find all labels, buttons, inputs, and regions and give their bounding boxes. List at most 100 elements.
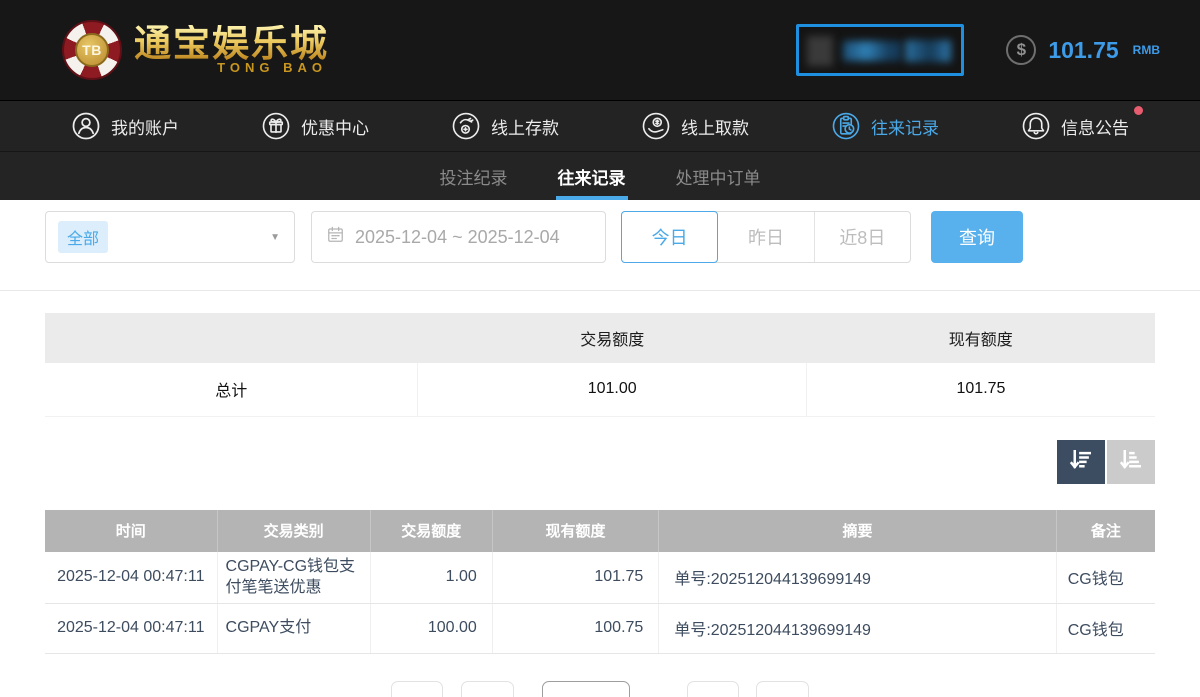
sort-controls <box>45 440 1155 484</box>
nav-item-transaction-records[interactable]: 往来记录 <box>831 111 939 141</box>
balance-currency: RMB <box>1133 43 1160 57</box>
cell-note: CG钱包 <box>1056 603 1155 653</box>
redacted-avatar <box>807 36 833 66</box>
tab-betting-records[interactable]: 投注纪录 <box>438 152 510 200</box>
redacted-text <box>905 40 951 62</box>
nav-label: 往来记录 <box>871 114 939 139</box>
pagination-page-select[interactable] <box>542 681 630 697</box>
nav-label: 我的账户 <box>111 114 179 139</box>
cell-time: 2025-12-04 00:47:11 <box>45 552 217 604</box>
nav-label: 优惠中心 <box>301 114 369 139</box>
quick-range-today[interactable]: 今日 <box>621 211 718 263</box>
withdraw-icon <box>641 111 671 141</box>
col-type: 交易类别 <box>217 510 370 552</box>
nav-item-my-account[interactable]: 我的账户 <box>71 111 179 141</box>
header-right: $ 101.75 RMB <box>796 24 1160 76</box>
col-summary: 摘要 <box>659 510 1056 552</box>
search-button[interactable]: 查询 <box>931 211 1023 263</box>
sort-descending-icon <box>1066 445 1096 478</box>
nav-label: 信息公告 <box>1061 114 1129 139</box>
date-range-value: 2025-12-04 ~ 2025-12-04 <box>355 227 560 248</box>
cell-amount: 100.00 <box>370 603 492 653</box>
site-title: 通宝娱乐城 <box>134 25 329 62</box>
summary-total-label: 总计 <box>45 363 418 416</box>
redacted-text <box>843 41 901 61</box>
user-icon <box>71 111 101 141</box>
cell-balance: 101.75 <box>492 552 659 604</box>
dollar-coin-icon: $ <box>1006 35 1036 65</box>
tab-label: 处理中订单 <box>676 164 761 189</box>
records-icon <box>831 111 861 141</box>
cell-note: CG钱包 <box>1056 552 1155 604</box>
main-content: 全部 ▼ 2025-12-04 ~ 2025-12-04 今日 昨日 近8日 <box>0 211 1200 697</box>
sort-ascending-icon <box>1116 445 1146 478</box>
nav-item-promotions[interactable]: 优惠中心 <box>261 111 369 141</box>
logo-text: 通宝娱乐城 TONG BAO <box>134 25 329 75</box>
quick-range-yesterday[interactable]: 昨日 <box>718 212 814 262</box>
tab-pending-orders[interactable]: 处理中订单 <box>674 152 763 200</box>
summary-balance-total: 101.75 <box>806 363 1155 416</box>
date-range-input[interactable]: 2025-12-04 ~ 2025-12-04 <box>311 211 606 263</box>
nav-label: 线上存款 <box>491 114 559 139</box>
top-header: TB 通宝娱乐城 TONG BAO $ 101.75 RMB <box>0 0 1200 100</box>
balance-amount: 101.75 <box>1048 37 1118 64</box>
pagination-prev-button[interactable] <box>461 681 514 697</box>
table-row: 2025-12-04 00:47:11 CGPAY-CG钱包支付笔笔送优惠 1.… <box>45 552 1155 604</box>
tab-transaction-records[interactable]: 往来记录 <box>556 152 628 200</box>
sort-descending-button[interactable] <box>1057 440 1105 484</box>
divider <box>0 290 1200 291</box>
cell-balance: 100.75 <box>492 603 659 653</box>
summary-transaction-total: 101.00 <box>418 363 807 416</box>
col-note: 备注 <box>1056 510 1155 552</box>
site-subtitle: TONG BAO <box>134 60 329 75</box>
summary-header-row: 交易额度 现有额度 <box>45 313 1155 363</box>
subnav-tabs: 投注纪录 往来记录 处理中订单 <box>0 151 1200 200</box>
category-select[interactable]: 全部 ▼ <box>45 211 295 263</box>
cell-summary: 单号:202512044139699149 <box>659 552 1056 604</box>
gift-icon <box>261 111 291 141</box>
cell-type: CGPAY-CG钱包支付笔笔送优惠 <box>217 552 370 604</box>
tab-label: 投注纪录 <box>440 164 508 189</box>
nav-label: 线上取款 <box>681 114 749 139</box>
pagination-next-button[interactable] <box>687 681 739 697</box>
bell-icon <box>1021 111 1051 141</box>
pagination-last-button[interactable] <box>756 681 809 697</box>
pagination-first-button[interactable] <box>391 681 443 697</box>
site-logo[interactable]: TB 通宝娱乐城 TONG BAO <box>62 20 329 80</box>
summary-header-balance: 现有额度 <box>806 313 1155 363</box>
nav-item-withdraw[interactable]: 线上取款 <box>641 111 749 141</box>
filter-bar: 全部 ▼ 2025-12-04 ~ 2025-12-04 今日 昨日 近8日 <box>45 211 1155 263</box>
cell-summary: 单号:202512044139699149 <box>659 603 1056 653</box>
sort-ascending-button[interactable] <box>1107 440 1155 484</box>
chevron-down-icon: ▼ <box>270 232 280 243</box>
transactions-table: 时间 交易类别 交易额度 现有额度 摘要 备注 2025-12-04 00:47… <box>45 510 1155 654</box>
deposit-icon <box>451 111 481 141</box>
table-row: 2025-12-04 00:47:11 CGPAY支付 100.00 100.7… <box>45 603 1155 653</box>
table-header-row: 时间 交易类别 交易额度 现有额度 摘要 备注 <box>45 510 1155 552</box>
cell-amount: 1.00 <box>370 552 492 604</box>
notification-badge <box>1134 106 1143 115</box>
nav-item-deposit[interactable]: 线上存款 <box>451 111 559 141</box>
cell-time: 2025-12-04 00:47:11 <box>45 603 217 653</box>
summary-table: 交易额度 现有额度 总计 101.00 101.75 <box>45 313 1155 417</box>
col-balance: 现有额度 <box>492 510 659 552</box>
cell-type: CGPAY支付 <box>217 603 370 653</box>
main-nav: 我的账户 优惠中心 <box>0 100 1200 151</box>
calendar-icon <box>326 225 345 249</box>
page: TB 通宝娱乐城 TONG BAO $ 101.75 RMB <box>0 0 1200 697</box>
account-balance: $ 101.75 RMB <box>1006 35 1160 65</box>
col-amount: 交易额度 <box>370 510 492 552</box>
username-redacted[interactable] <box>796 24 964 76</box>
summary-total-row: 总计 101.00 101.75 <box>45 363 1155 416</box>
tab-label: 往来记录 <box>558 164 626 189</box>
category-selected-tag: 全部 <box>58 221 108 253</box>
casino-chip-icon: TB <box>62 20 122 80</box>
summary-header-empty <box>45 313 418 363</box>
quick-range-last8days[interactable]: 近8日 <box>815 212 910 262</box>
quick-range-group: 今日 昨日 近8日 <box>621 211 911 263</box>
summary-header-transaction: 交易额度 <box>418 313 807 363</box>
nav-item-announcements[interactable]: 信息公告 <box>1021 111 1129 141</box>
chip-monogram: TB <box>75 33 109 67</box>
col-time: 时间 <box>45 510 217 552</box>
pagination <box>45 681 1155 697</box>
